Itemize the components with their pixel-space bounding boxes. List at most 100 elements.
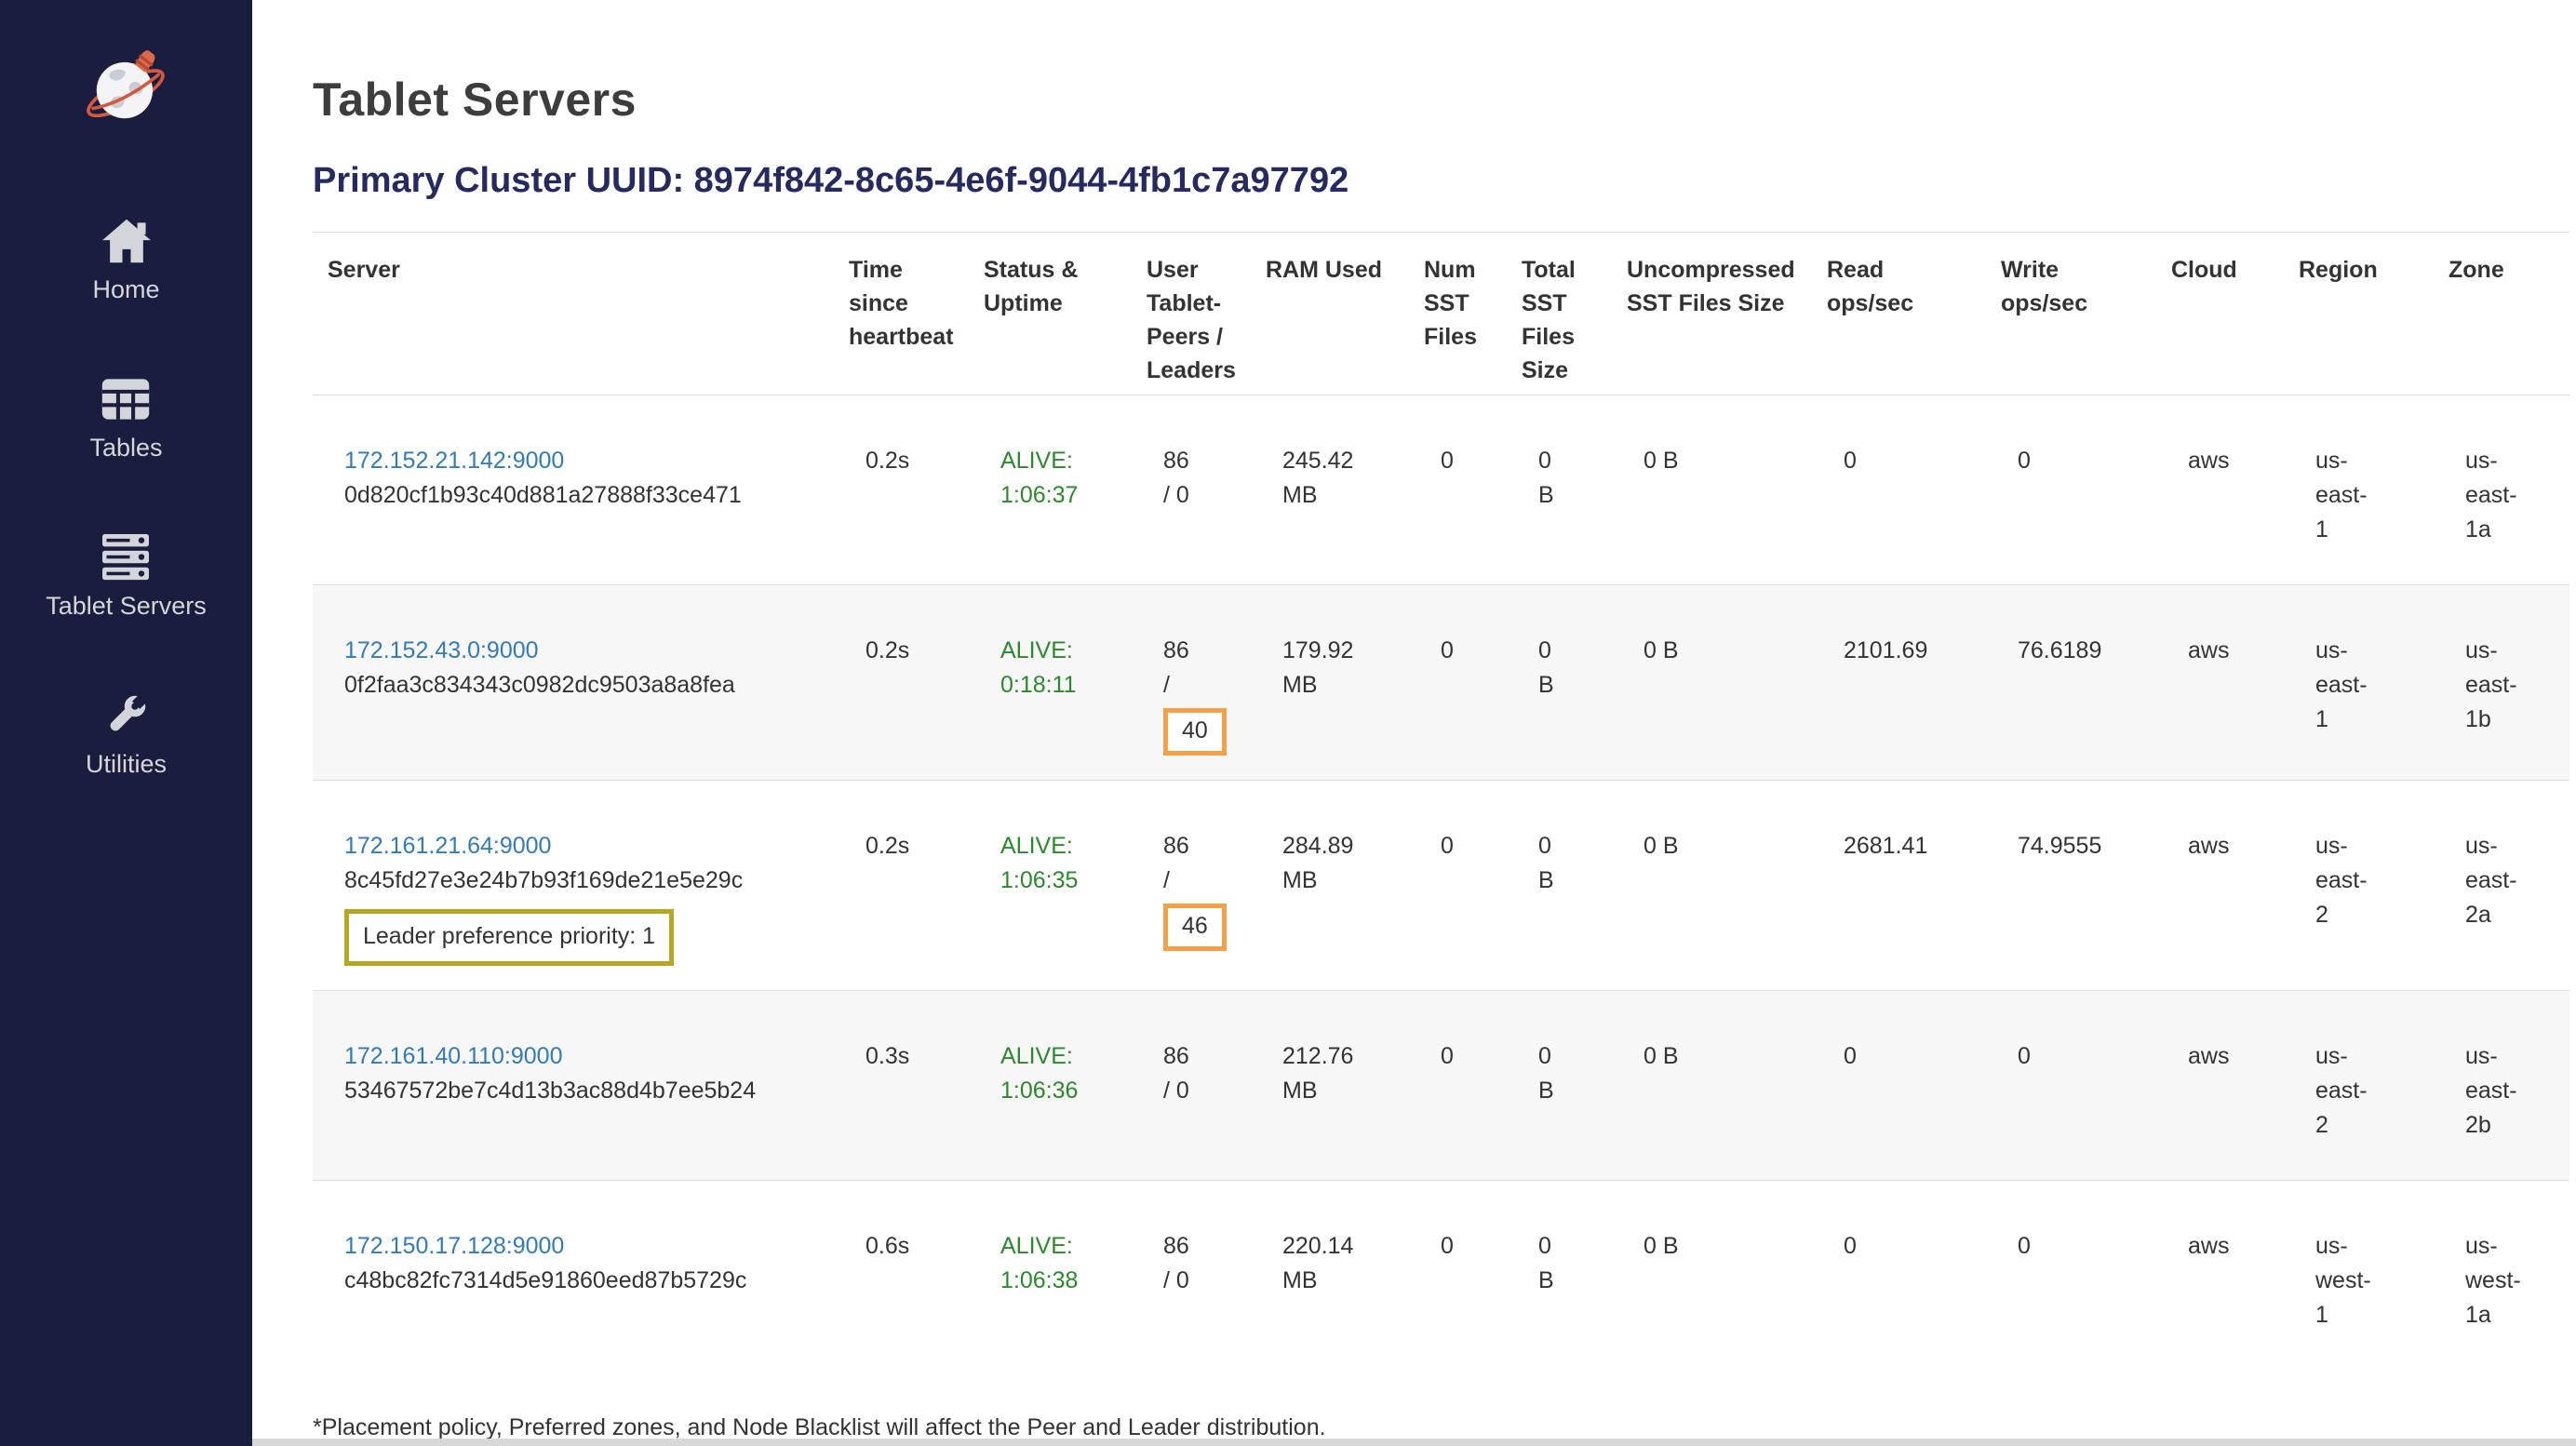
- status-cell: ALIVE:1:06:37: [969, 395, 1132, 585]
- column-header-total-sst-files-size: Total SST Files Size: [1507, 233, 1612, 395]
- num-sst-files-value: 0: [1441, 829, 1497, 864]
- zone-value: 1a: [2465, 1298, 2560, 1332]
- server-link[interactable]: 172.152.21.142:9000: [344, 448, 564, 474]
- peers-leaders-separator: /: [1163, 864, 1241, 898]
- write-ops-value: 0: [2018, 444, 2147, 478]
- total-sst-size-value: 0: [1538, 1039, 1603, 1074]
- num-sst-files-cell: 0: [1409, 395, 1507, 585]
- zone-value: us-: [2465, 829, 2560, 864]
- column-header-uncompressed-sst-files-size: Uncompressed SST Files Size: [1612, 233, 1812, 395]
- zone-value: us-: [2465, 634, 2560, 668]
- server-link-line: 172.152.21.142:9000: [344, 444, 825, 478]
- read-ops-cell: 2681.41: [1812, 781, 1986, 991]
- server-cell: 172.152.21.142:90000d820cf1b93c40d881a27…: [313, 395, 834, 585]
- total-sst-size-value: 0: [1538, 634, 1603, 668]
- column-header-cloud: Cloud: [2156, 233, 2284, 395]
- heartbeat-value: 0.6s: [865, 1229, 959, 1264]
- sidebar-item-home[interactable]: Home: [92, 218, 159, 303]
- leaders-value: / 0: [1163, 1074, 1241, 1108]
- ram-used-value: MB: [1282, 864, 1400, 898]
- num-sst-files-value: 0: [1441, 444, 1497, 478]
- table-row: 172.152.21.142:90000d820cf1b93c40d881a27…: [313, 395, 2569, 585]
- leaders-highlighted-value: 40: [1163, 708, 1227, 756]
- read-ops-value: 0: [1844, 444, 1977, 478]
- total-sst-size-cell: 0B: [1507, 395, 1612, 585]
- heartbeat-value: 0.2s: [865, 829, 959, 864]
- server-link[interactable]: 172.161.21.64:9000: [344, 833, 551, 859]
- cloud-cell: aws: [2156, 781, 2284, 991]
- num-sst-files-value: 0: [1441, 634, 1497, 668]
- zone-cell: us-east-1a: [2434, 395, 2569, 585]
- sidebar-item-label: Tables: [89, 434, 162, 462]
- uncompressed-sst-size-value: 0 B: [1644, 829, 1803, 864]
- heartbeat-value: 0.2s: [865, 634, 959, 668]
- tablet-servers-icon: [101, 534, 151, 581]
- ram-used-cell: 284.89MB: [1251, 781, 1409, 991]
- total-sst-size-value: B: [1538, 668, 1603, 703]
- server-link-line: 172.150.17.128:9000: [344, 1229, 825, 1264]
- cloud-value: aws: [2188, 634, 2274, 668]
- zone-value: 1a: [2465, 513, 2560, 547]
- zone-cell: us-east-2a: [2434, 781, 2569, 991]
- leaders-value: / 0: [1163, 478, 1241, 513]
- total-sst-size-value: B: [1538, 1074, 1603, 1108]
- status-cell: ALIVE:1:06:38: [969, 1181, 1132, 1371]
- zone-value: us-: [2465, 1229, 2560, 1264]
- server-link[interactable]: 172.152.43.0:9000: [344, 637, 539, 663]
- app-logo-icon[interactable]: [78, 41, 175, 138]
- server-cell: 172.161.21.64:90008c45fd27e3e24b7b93f169…: [313, 781, 834, 991]
- write-ops-cell: 0: [1986, 395, 2156, 585]
- sidebar-item-tablet-servers[interactable]: Tablet Servers: [46, 534, 207, 620]
- ram-used-cell: 179.92MB: [1251, 585, 1409, 781]
- table-row: 172.161.40.110:9000 53467572be7c4d13b3ac8…: [313, 991, 2569, 1181]
- sidebar-item-label: Home: [92, 275, 159, 303]
- write-ops-cell: 76.6189: [1986, 585, 2156, 781]
- cloud-value: aws: [2188, 829, 2274, 864]
- column-header-server: Server: [313, 233, 834, 395]
- region-cell: us-east-2: [2284, 991, 2434, 1181]
- column-header-user-tablet-peers-leaders: User Tablet-Peers / Leaders: [1132, 233, 1251, 395]
- table-row: 172.161.21.64:90008c45fd27e3e24b7b93f169…: [313, 781, 2569, 991]
- read-ops-cell: 0: [1812, 395, 1986, 585]
- region-value: 1: [2315, 513, 2424, 547]
- column-header-region: Region: [2284, 233, 2434, 395]
- region-value: east-: [2315, 668, 2424, 703]
- region-value: 2: [2315, 1108, 2424, 1143]
- main-content: Tablet Servers Primary Cluster UUID: 897…: [252, 0, 2576, 1446]
- region-value: east-: [2315, 1074, 2424, 1108]
- cloud-cell: aws: [2156, 991, 2284, 1181]
- region-value: 1: [2315, 703, 2424, 737]
- server-link[interactable]: 172.150.17.128:9000: [344, 1233, 564, 1259]
- cloud-value: aws: [2188, 1039, 2274, 1074]
- leaders-line: 46: [1163, 898, 1241, 951]
- uptime-value: 0:18:11: [1000, 668, 1122, 703]
- zone-cell: us-east-2b: [2434, 991, 2569, 1181]
- ram-used-cell: 212.76MB: [1251, 991, 1409, 1181]
- column-header-num-sst-files: Num SST Files: [1409, 233, 1507, 395]
- cloud-value: aws: [2188, 444, 2274, 478]
- cloud-cell: aws: [2156, 585, 2284, 781]
- leaders-line: 40: [1163, 703, 1241, 756]
- total-sst-size-value: 0: [1538, 1229, 1603, 1264]
- tablet-peers-value: 86: [1163, 1229, 1241, 1264]
- sidebar-item-tables[interactable]: Tables: [89, 376, 162, 462]
- uncompressed-sst-size-value: 0 B: [1644, 1039, 1803, 1074]
- server-uuid: 53467572be7c4d13b3ac88d4b7ee5b24: [344, 1074, 825, 1108]
- status-value: ALIVE:: [1000, 444, 1122, 478]
- read-ops-value: 2681.41: [1844, 829, 1977, 864]
- write-ops-cell: 0: [1986, 1181, 2156, 1371]
- num-sst-files-cell: 0: [1409, 991, 1507, 1181]
- ram-used-value: 284.89: [1282, 829, 1400, 864]
- region-cell: us-east-1: [2284, 395, 2434, 585]
- server-link[interactable]: 172.161.40.110:9000: [344, 1043, 563, 1069]
- zone-value: 1b: [2465, 703, 2560, 737]
- heartbeat-cell: 0.2s: [834, 585, 969, 781]
- sidebar-item-utilities[interactable]: Utilities: [86, 692, 167, 778]
- zone-cell: us-east-1b: [2434, 585, 2569, 781]
- write-ops-cell: 0: [1986, 991, 2156, 1181]
- server-link-line: 172.161.21.64:9000: [344, 829, 825, 864]
- write-ops-cell: 74.9555: [1986, 781, 2156, 991]
- app-window: Home Tables: [0, 0, 2576, 1446]
- leaders-value: / 0: [1163, 1264, 1241, 1298]
- total-sst-size-value: B: [1538, 864, 1603, 898]
